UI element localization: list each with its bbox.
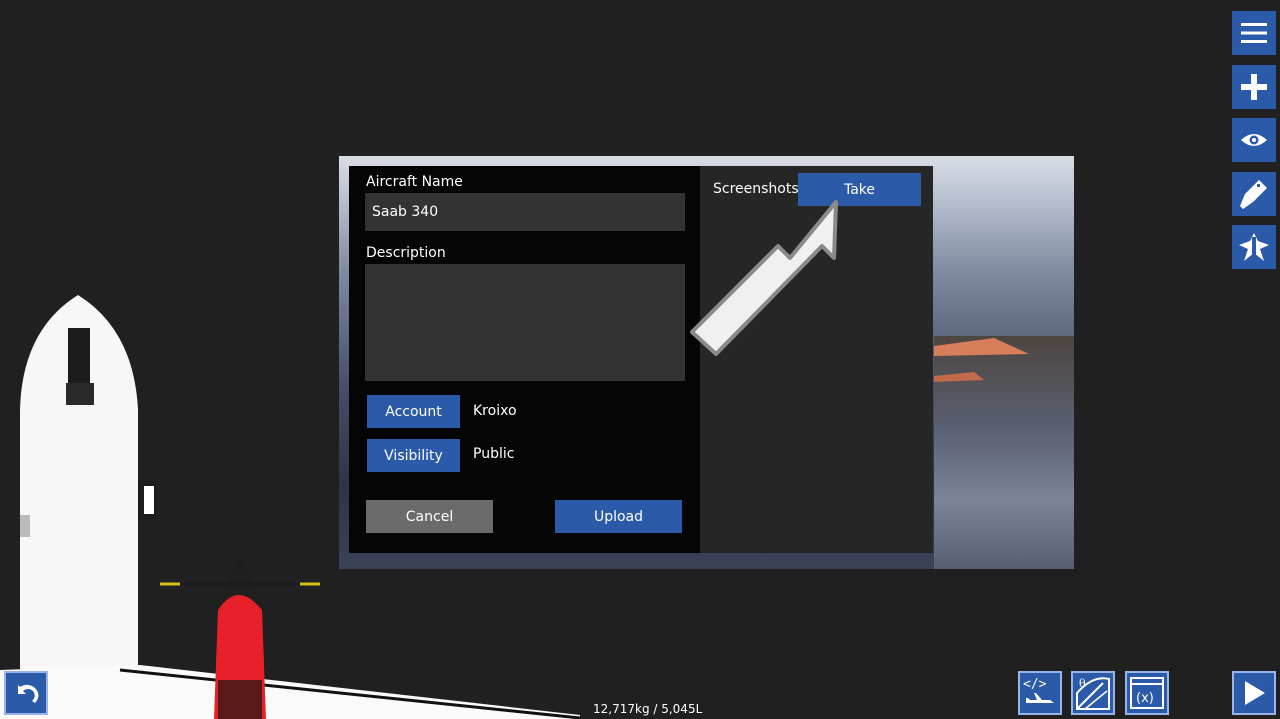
play-icon [1245,681,1265,705]
mass-fuel-readout: 12,717kg / 5,045L [593,702,703,716]
account-button[interactable]: Account [367,395,460,428]
xml-edit-button[interactable]: </> [1018,671,1062,715]
svg-text:(x): (x) [1136,691,1154,706]
view-button[interactable] [1232,118,1276,162]
visibility-value: Public [473,446,515,462]
aircraft-name-label: Aircraft Name [366,174,463,190]
paint-button[interactable] [1232,172,1276,216]
undo-button[interactable] [4,671,48,715]
view-icon [1241,134,1267,146]
menu-button[interactable] [1232,11,1276,55]
variables-button[interactable]: (x) [1125,671,1169,715]
play-button[interactable] [1232,671,1276,715]
flight-instruments-icon: θ [1076,677,1110,710]
tutorial-arrow-icon [690,200,838,356]
account-value: Kroixo [473,403,517,419]
svg-text:θ: θ [1079,677,1086,690]
aircraft-name-input[interactable] [365,193,685,231]
menu-icon [1241,23,1267,43]
cancel-button[interactable]: Cancel [366,500,493,533]
wing-icon [1239,233,1269,261]
variables-icon: (x) [1130,677,1164,709]
paint-icon [1240,180,1267,209]
screenshots-label: Screenshots [713,181,799,197]
visibility-button[interactable]: Visibility [367,439,460,472]
preview-wing [934,338,1029,382]
undo-icon [18,684,39,703]
add-part-button[interactable] [1232,65,1276,109]
upload-button[interactable]: Upload [555,500,682,533]
add-part-icon [1241,74,1267,100]
description-label: Description [366,245,446,261]
xml-edit-icon: </> [1023,677,1054,703]
svg-text:</>: </> [1023,677,1047,692]
flight-instruments-button[interactable]: θ [1071,671,1115,715]
wing-button[interactable] [1232,225,1276,269]
description-input[interactable] [365,264,685,381]
